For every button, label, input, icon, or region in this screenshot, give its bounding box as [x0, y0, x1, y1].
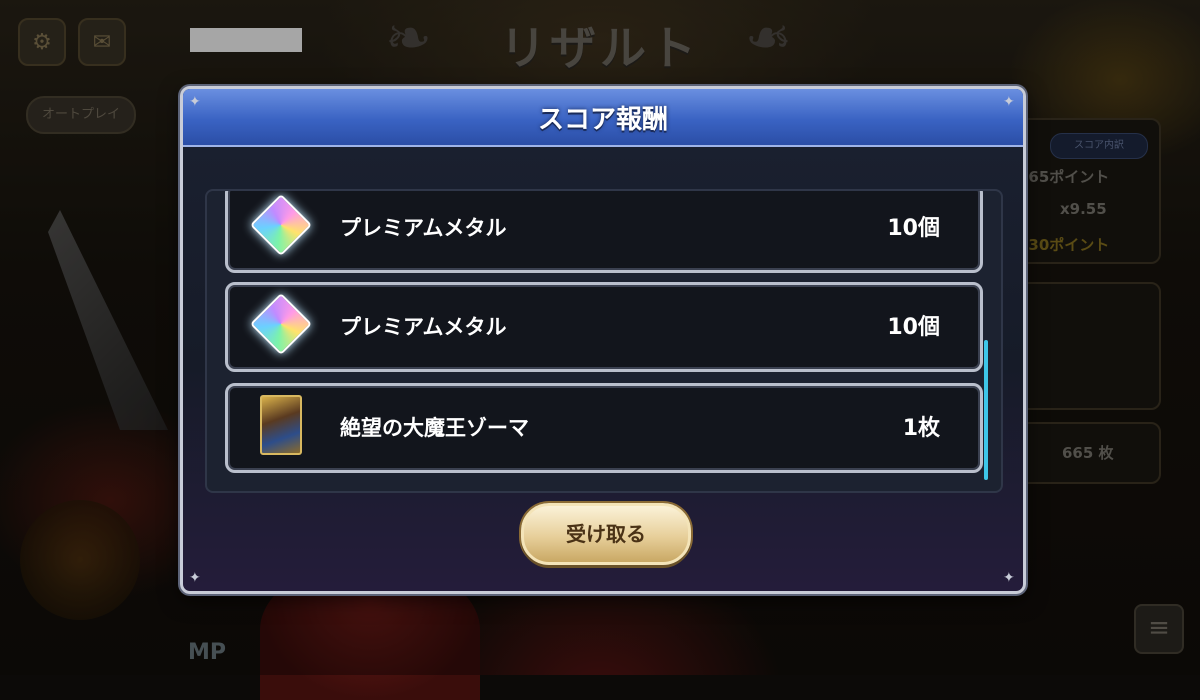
reward-item-quantity: 10個: [887, 216, 940, 241]
reward-item: プレミアムメタル 10個: [225, 191, 983, 273]
reward-item-name: プレミアムメタル: [340, 216, 507, 240]
reward-item-name: プレミアムメタル: [340, 315, 507, 339]
corner-ornament-icon: ✦: [189, 94, 201, 110]
reward-list[interactable]: プレミアムメタル 10個 プレミアムメタル 10個 絶望の大魔王ゾーマ 1枚: [205, 189, 1003, 493]
list-scrollbar[interactable]: [984, 340, 988, 480]
reward-item: 絶望の大魔王ゾーマ 1枚: [225, 383, 983, 473]
corner-ornament-icon: ✦: [1003, 570, 1015, 586]
corner-ornament-icon: ✦: [1003, 94, 1015, 110]
modal-header: スコア報酬: [183, 89, 1023, 147]
score-reward-modal: スコア報酬 ✦ ✦ ✦ ✦ プレミアムメタル 10個 プレミアムメタル 10個 …: [180, 86, 1026, 594]
reward-item: プレミアムメタル 10個: [225, 282, 983, 372]
corner-ornament-icon: ✦: [189, 570, 201, 586]
premium-metal-icon: [249, 292, 313, 356]
reward-item-name: 絶望の大魔王ゾーマ: [340, 416, 529, 440]
reward-item-quantity: 10個: [887, 315, 940, 340]
reward-item-quantity: 1枚: [902, 416, 940, 441]
zoma-card-icon: [256, 395, 306, 455]
receive-button[interactable]: 受け取る: [521, 503, 691, 565]
modal-title: スコア報酬: [537, 105, 668, 135]
premium-metal-icon: [249, 193, 313, 257]
